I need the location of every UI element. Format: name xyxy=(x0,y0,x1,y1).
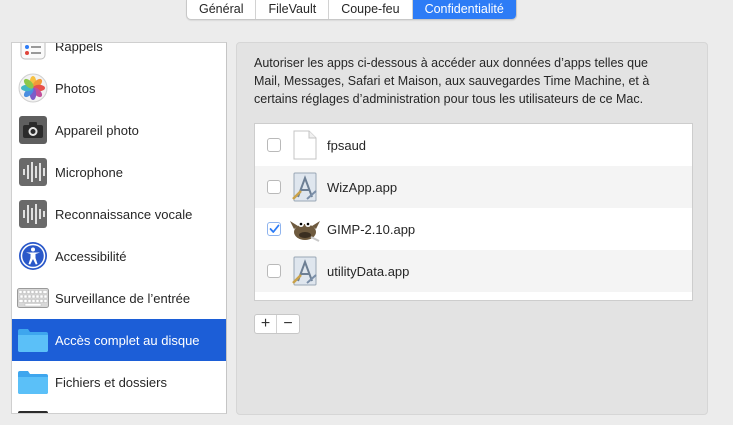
sidebar-item-label: Accès complet au disque xyxy=(55,332,200,348)
sidebar-item-label: Reconnaissance vocale xyxy=(55,206,193,222)
tab-filevault[interactable]: FileVault xyxy=(256,0,330,19)
full-disk-access-panel: Autoriser les apps ci-dessous à accéder … xyxy=(236,42,708,415)
add-remove-controls: + − xyxy=(254,314,300,334)
sidebar-item-photos[interactable]: Photos xyxy=(12,67,226,109)
description-line: certains réglages d’administration pour … xyxy=(254,92,644,106)
tab-privacy[interactable]: Confidentialité xyxy=(412,0,516,19)
accessibility-icon xyxy=(17,240,49,272)
wizapp-checkbox[interactable] xyxy=(267,180,281,194)
sidebar-item-label: Rappels xyxy=(55,42,103,54)
sidebar-item-input-monitoring[interactable]: Surveillance de l’entrée xyxy=(12,277,226,319)
gimp-checkbox[interactable] xyxy=(267,222,281,236)
speech-recognition-icon xyxy=(17,198,49,230)
sidebar-item-label: Appareil photo xyxy=(55,122,139,138)
app-name: fpsaud xyxy=(327,137,367,153)
sidebar-item-speech-recognition[interactable]: Reconnaissance vocale xyxy=(12,193,226,235)
sidebar-item-label: Microphone xyxy=(55,164,123,180)
gimp-icon xyxy=(289,213,321,245)
sidebar-item-files-and-folders[interactable]: Fichiers et dossiers xyxy=(12,361,226,403)
add-button[interactable]: + xyxy=(255,315,277,333)
sidebar-item-camera[interactable]: Appareil photo xyxy=(12,109,226,151)
tab-firewall[interactable]: Coupe-feu xyxy=(329,0,413,19)
description-text: Autoriser les apps ci-dessous à accéder … xyxy=(254,54,700,108)
sidebar-item-label: Photos xyxy=(55,80,96,96)
list-item[interactable]: WizApp.app xyxy=(255,166,692,208)
app-name: WizApp.app xyxy=(327,179,398,195)
sidebar-item-label: Surveillance de l’entrée xyxy=(55,290,191,306)
list-item[interactable]: fpsaud xyxy=(255,124,692,166)
list-item[interactable]: GIMP-2.10.app xyxy=(255,208,692,250)
folder-icon xyxy=(17,324,49,356)
fpsaud-checkbox[interactable] xyxy=(267,138,281,152)
sidebar-item-reminders[interactable]: Rappels xyxy=(12,42,226,67)
camera-icon xyxy=(17,114,49,146)
description-line: Mail, Messages, Safari et Maison, aux sa… xyxy=(254,74,650,88)
app-name: GIMP-2.10.app xyxy=(327,221,416,237)
remove-button[interactable]: − xyxy=(277,315,299,333)
microphone-icon xyxy=(17,156,49,188)
sidebar-item-label: Fichiers et dossiers xyxy=(55,374,167,390)
list-item[interactable]: utilityData.app xyxy=(255,250,692,292)
generic-file-icon xyxy=(289,129,321,161)
app-name: utilityData.app xyxy=(327,263,410,279)
next-item-icon xyxy=(18,411,48,413)
generic-app-icon xyxy=(289,171,321,203)
photos-icon xyxy=(17,72,49,104)
sidebar-item-accessibility[interactable]: Accessibilité xyxy=(12,235,226,277)
sidebar-item-full-disk-access[interactable]: Accès complet au disque xyxy=(12,319,226,361)
tab-general[interactable]: Général xyxy=(187,0,257,19)
sidebar-item-label: Accessibilité xyxy=(55,248,127,264)
tab-bar: Général FileVault Coupe-feu Confidential… xyxy=(186,0,517,20)
folder-icon xyxy=(17,366,49,398)
sidebar-item-microphone[interactable]: Microphone xyxy=(12,151,226,193)
reminders-icon xyxy=(17,43,49,62)
utilitydata-checkbox[interactable] xyxy=(267,264,281,278)
generic-app-icon xyxy=(289,255,321,287)
privacy-category-list[interactable]: Rappels Photos Appareil photo Microphone… xyxy=(11,42,227,414)
keyboard-icon xyxy=(17,282,49,314)
checkmark-icon xyxy=(269,224,279,233)
app-list[interactable]: fpsaud WizApp.app GIMP-2.10.app utilityD… xyxy=(254,123,693,301)
description-line: Autoriser les apps ci-dessous à accéder … xyxy=(254,56,648,70)
